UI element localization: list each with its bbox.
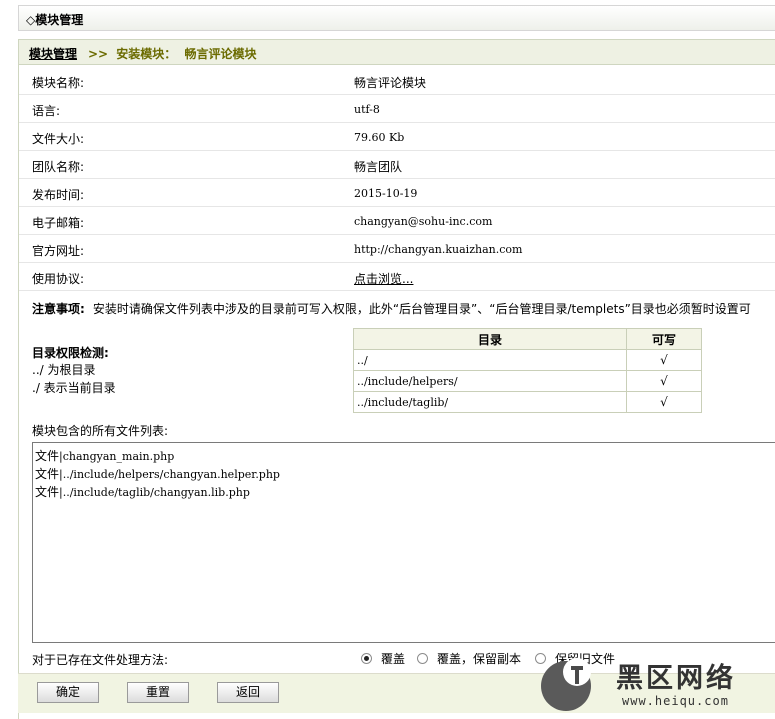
breadcrumb-module: 畅言评论模块 <box>184 47 257 61</box>
license-link[interactable]: 点击浏览... <box>354 272 413 286</box>
permission-note-current: ./ 表示当前目录 <box>32 381 116 395</box>
info-label: 使用协议: <box>32 272 85 286</box>
table-row: ../include/taglib/ √ <box>353 391 702 413</box>
table-row: ../ √ <box>353 349 702 371</box>
file-type: 文件 <box>35 485 60 499</box>
file-path: |../include/taglib/changyan.lib.php <box>59 486 250 499</box>
info-row-date: 发布时间: 2015-10-19 <box>19 179 775 207</box>
table-header-row: 目录 可写 <box>353 328 702 350</box>
file-list-textarea[interactable]: 文件|changyan_main.php 文件|../include/helpe… <box>32 442 775 643</box>
directory-cell: ../ <box>353 349 627 371</box>
directory-cell: ../include/helpers/ <box>353 370 627 392</box>
notice-text: 安装时请确保文件列表中涉及的目录前可写入权限，此外“后台管理目录”、“后台管理目… <box>92 302 751 316</box>
page-header: ◇模块管理 <box>18 5 775 31</box>
list-item: 文件|../include/taglib/changyan.lib.php <box>35 483 250 500</box>
info-label: 电子邮箱: <box>32 216 85 230</box>
breadcrumb: 模块管理 >> 安装模块： 畅言评论模块 <box>19 40 775 65</box>
info-label: 模块名称: <box>32 76 85 90</box>
file-type: 文件 <box>35 467 60 481</box>
watermark-text: 黑区网络 <box>616 663 736 694</box>
info-row-name: 模块名称: 畅言评论模块 <box>19 67 775 95</box>
file-list-label: 模块包含的所有文件列表: <box>32 424 169 438</box>
writable-check-icon: √ <box>626 370 702 392</box>
radio-overwrite[interactable]: 覆盖 <box>361 650 405 667</box>
info-row-website: 官方网址: http://changyan.kuaizhan.com <box>19 235 775 263</box>
column-header-directory: 目录 <box>353 328 627 350</box>
radio-checked-icon[interactable] <box>361 653 372 664</box>
info-value: 畅言团队 <box>354 160 403 174</box>
info-value: 点击浏览... <box>354 270 413 287</box>
info-value: 2015-10-19 <box>354 187 418 200</box>
table-row: ../include/helpers/ √ <box>353 370 702 392</box>
page-title: ◇模块管理 <box>26 13 84 27</box>
radio-label: 覆盖 <box>381 652 406 666</box>
info-label: 语言: <box>32 104 61 118</box>
info-label: 团队名称: <box>32 160 85 174</box>
list-item: 文件|../include/helpers/changyan.helper.ph… <box>35 465 280 482</box>
overwrite-method-label: 对于已存在文件处理方法: <box>32 653 169 667</box>
directory-cell: ../include/taglib/ <box>353 391 627 413</box>
directory-permission-table: 目录 可写 ../ √ ../include/helpers/ √ ../inc… <box>353 328 702 413</box>
watermark-logo-icon <box>541 658 591 711</box>
info-label: 官方网址: <box>32 244 85 258</box>
info-label: 发布时间: <box>32 188 85 202</box>
info-value: changyan@sohu-inc.com <box>354 215 493 228</box>
info-label: 文件大小: <box>32 132 85 146</box>
breadcrumb-home-link[interactable]: 模块管理 <box>29 45 77 62</box>
writable-check-icon: √ <box>626 349 702 371</box>
breadcrumb-step: 安装模块： <box>116 47 177 61</box>
radio-overwrite-keep-copy[interactable]: 覆盖，保留副本 <box>417 650 521 667</box>
notice: 注意事项: 安装时请确保文件列表中涉及的目录前可写入权限，此外“后台管理目录”、“… <box>32 300 775 317</box>
info-row-filesize: 文件大小: 79.60 Kb <box>19 123 775 151</box>
list-item: 文件|changyan_main.php <box>35 447 174 464</box>
writable-check-icon: √ <box>626 391 702 413</box>
watermark-url: www.heiqu.com <box>622 694 729 708</box>
info-row-email: 电子邮箱: changyan@sohu-inc.com <box>19 207 775 235</box>
permission-check-title: 目录权限检测: <box>32 346 109 360</box>
confirm-button[interactable]: 确定 <box>37 682 99 703</box>
watermark: 黑区网络 www.heiqu.com <box>540 654 775 714</box>
breadcrumb-separator: >> <box>88 47 109 61</box>
info-value: http://changyan.kuaizhan.com <box>354 243 523 256</box>
file-type: 文件 <box>35 449 60 463</box>
info-row-team: 团队名称: 畅言团队 <box>19 151 775 179</box>
notice-label: 注意事项: <box>32 302 85 316</box>
info-row-language: 语言: utf-8 <box>19 95 775 123</box>
info-row-license: 使用协议: 点击浏览... <box>19 263 775 291</box>
column-header-writable: 可写 <box>626 328 702 350</box>
radio-unchecked-icon[interactable] <box>417 653 428 664</box>
breadcrumb-trail: >> 安装模块： 畅言评论模块 <box>88 45 257 62</box>
file-path: |../include/helpers/changyan.helper.php <box>59 468 280 481</box>
file-path: |changyan_main.php <box>59 450 175 463</box>
info-value: 79.60 Kb <box>354 131 405 144</box>
info-value: utf-8 <box>354 103 380 116</box>
radio-label: 覆盖，保留副本 <box>437 652 522 666</box>
back-button[interactable]: 返回 <box>217 682 279 703</box>
info-value: 畅言评论模块 <box>354 76 427 90</box>
reset-button[interactable]: 重置 <box>127 682 189 703</box>
permission-note-root: ../ 为根目录 <box>32 363 96 377</box>
